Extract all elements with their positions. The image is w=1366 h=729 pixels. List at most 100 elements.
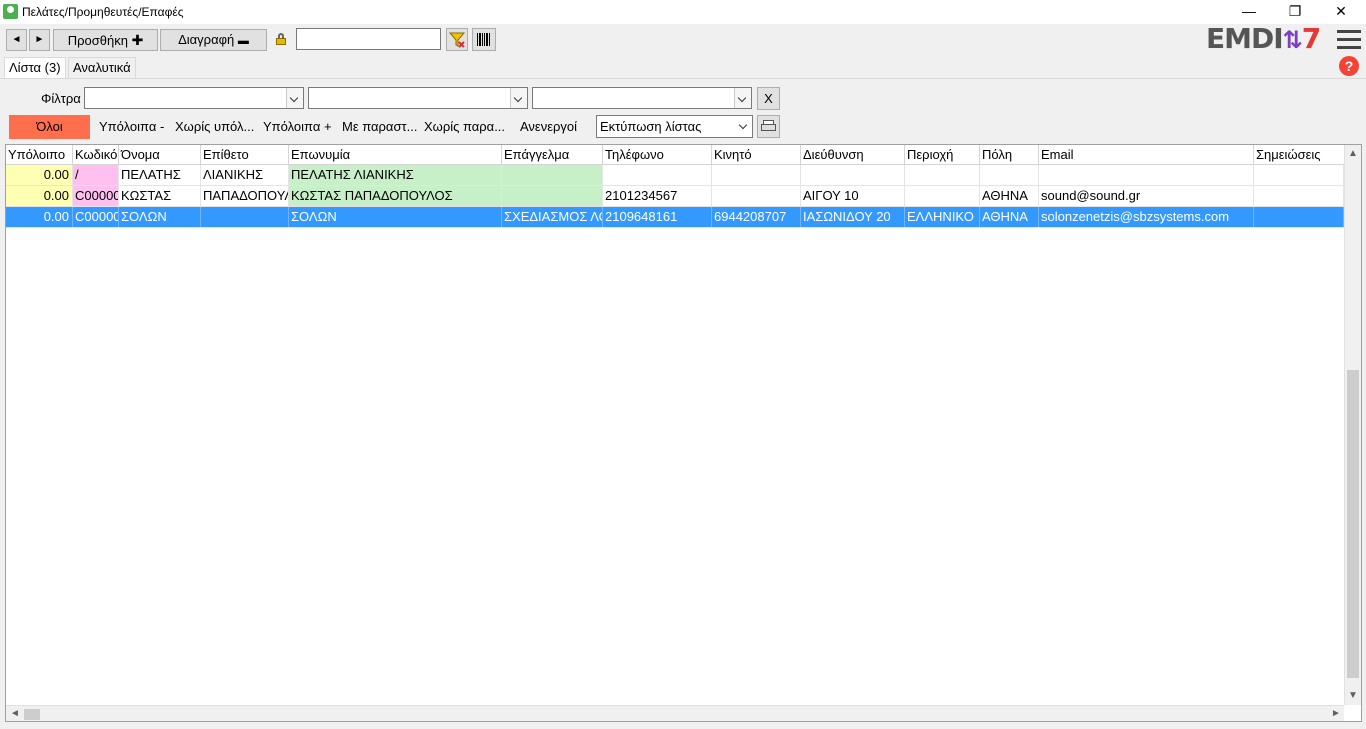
cell-balance[interactable]: 0.00: [6, 186, 73, 206]
cell-mobile[interactable]: 6944208707: [712, 207, 801, 227]
cell-last-name[interactable]: ΛΙΑΝΙΚΗΣ: [201, 165, 289, 185]
column-header-email[interactable]: Email: [1039, 145, 1254, 165]
cell-email[interactable]: [1039, 165, 1254, 185]
cell-address[interactable]: [801, 165, 905, 185]
window-title: Πελάτες/Προμηθευτές/Επαφές: [22, 5, 184, 19]
quick-filter-no-balance[interactable]: Χωρίς υπόλ...: [175, 115, 254, 139]
cell-phone[interactable]: [603, 165, 712, 185]
filter-combo-1[interactable]: [84, 87, 304, 109]
minimize-button[interactable]: —: [1226, 2, 1272, 22]
tab-details[interactable]: Αναλυτικά: [68, 57, 136, 78]
column-header-profession[interactable]: Επάγγελμα: [502, 145, 603, 165]
cell-mobile[interactable]: [712, 186, 801, 206]
cell-email[interactable]: sound@sound.gr: [1039, 186, 1254, 206]
tab-list[interactable]: Λίστα (3): [4, 57, 66, 79]
scroll-right-icon[interactable]: ►: [1331, 708, 1341, 719]
column-header-phone[interactable]: Τηλέφωνο: [603, 145, 712, 165]
column-header-first-name[interactable]: Όνομα: [119, 145, 201, 165]
cell-company[interactable]: ΣΟΛΩΝ: [289, 207, 502, 227]
lock-icon[interactable]: [276, 33, 286, 45]
next-button[interactable]: ►: [29, 29, 50, 51]
cell-first-name[interactable]: ΚΩΣΤΑΣ: [119, 186, 201, 206]
barcode-icon[interactable]: [472, 28, 496, 51]
cell-mobile[interactable]: [712, 165, 801, 185]
cell-profession[interactable]: [502, 165, 603, 185]
cell-address[interactable]: ΑΙΓΟΥ 10: [801, 186, 905, 206]
table-row[interactable]: 0.00 C000001 ΚΩΣΤΑΣ ΠΑΠΑΔΟΠΟΥΛΟΣ ΚΩΣΤΑΣ …: [6, 186, 1344, 207]
filter-clear-icon[interactable]: [446, 28, 468, 51]
cell-company[interactable]: ΚΩΣΤΑΣ ΠΑΠΑΔΟΠΟΥΛΟΣ: [289, 186, 502, 206]
cell-notes[interactable]: [1254, 186, 1344, 206]
vertical-scroll-thumb[interactable]: [1347, 370, 1359, 678]
column-header-area[interactable]: Περιοχή: [905, 145, 980, 165]
cell-code[interactable]: C000001: [73, 186, 119, 206]
column-header-last-name[interactable]: Επίθετο: [201, 145, 289, 165]
cell-notes[interactable]: [1254, 165, 1344, 185]
chevron-down-icon[interactable]: [734, 88, 751, 108]
help-icon[interactable]: ?: [1339, 56, 1359, 76]
quick-filter-with-documents[interactable]: Με παραστ...: [342, 115, 417, 139]
close-button[interactable]: ✕: [1318, 2, 1364, 22]
quick-filter-balance-negative[interactable]: Υπόλοιπα -: [99, 115, 164, 139]
cell-area[interactable]: [905, 165, 980, 185]
search-input[interactable]: [296, 28, 441, 50]
cell-code[interactable]: C000002: [73, 207, 119, 227]
horizontal-scrollbar[interactable]: ◄ ►: [6, 705, 1344, 721]
add-button[interactable]: Προσθήκη ✚: [53, 29, 158, 51]
cell-profession[interactable]: ΣΧΕΔΙΑΣΜΟΣ ΛΟΓΙΣΜΙΚΟΥ: [502, 207, 603, 227]
cell-city[interactable]: ΑΘΗΝΑ: [980, 207, 1039, 227]
column-header-company[interactable]: Επωνυμία: [289, 145, 502, 165]
cell-area[interactable]: [905, 186, 980, 206]
chevron-down-icon[interactable]: [286, 88, 303, 108]
cell-profession[interactable]: [502, 186, 603, 206]
delete-button[interactable]: Διαγραφή ▬: [160, 29, 267, 51]
quick-filter-inactive[interactable]: Ανενεργοί: [520, 115, 577, 139]
table-row-selected[interactable]: 0.00 C000002 ΣΟΛΩΝ ΣΟΛΩΝ ΣΧΕΔΙΑΣΜΟΣ ΛΟΓΙ…: [6, 207, 1344, 228]
cell-notes[interactable]: [1254, 207, 1344, 227]
filter-combo-3[interactable]: [532, 87, 752, 109]
cell-city[interactable]: [980, 165, 1039, 185]
column-header-notes[interactable]: Σημειώσεις: [1254, 145, 1344, 165]
scroll-down-icon[interactable]: ▼: [1348, 690, 1358, 701]
column-header-code[interactable]: Κωδικός: [73, 145, 119, 165]
chevron-down-icon[interactable]: [736, 115, 753, 135]
column-header-address[interactable]: Διεύθυνση: [801, 145, 905, 165]
cell-email[interactable]: solonzenetzis@sbzsystems.com: [1039, 207, 1254, 227]
delete-button-label: Διαγραφή: [178, 32, 235, 47]
cell-city[interactable]: ΑΘΗΝΑ: [980, 186, 1039, 206]
cell-code[interactable]: /: [73, 165, 119, 185]
table-row[interactable]: 0.00 / ΠΕΛΑΤΗΣ ΛΙΑΝΙΚΗΣ ΠΕΛΑΤΗΣ ΛΙΑΝΙΚΗΣ: [6, 165, 1344, 186]
restore-button[interactable]: ❐: [1272, 2, 1318, 22]
chevron-down-icon[interactable]: [510, 88, 527, 108]
column-header-city[interactable]: Πόλη: [980, 145, 1039, 165]
quick-filter-balance-positive[interactable]: Υπόλοιπα +: [263, 115, 332, 139]
contacts-grid[interactable]: Υπόλοιπο Κωδικός Όνομα Επίθετο Επωνυμία …: [5, 144, 1362, 722]
cell-first-name[interactable]: ΠΕΛΑΤΗΣ: [119, 165, 201, 185]
cell-area[interactable]: ΕΛΛΗΝΙΚΟ: [905, 207, 980, 227]
clear-filters-button[interactable]: X: [757, 87, 780, 110]
cell-phone[interactable]: 2101234567: [603, 186, 712, 206]
column-header-mobile[interactable]: Κινητό: [712, 145, 801, 165]
cell-company[interactable]: ΠΕΛΑΤΗΣ ΛΙΑΝΙΚΗΣ: [289, 165, 502, 185]
horizontal-scroll-thumb[interactable]: [24, 709, 40, 720]
logo-version: 7: [1301, 22, 1322, 55]
menu-icon[interactable]: [1337, 28, 1361, 50]
vertical-scrollbar[interactable]: ▲ ▼: [1344, 145, 1361, 705]
cell-address[interactable]: ΙΑΣΩΝΙΔΟΥ 20: [801, 207, 905, 227]
quick-filter-all[interactable]: Όλοι: [9, 115, 90, 139]
filter-combo-2[interactable]: [308, 87, 528, 109]
cell-balance[interactable]: 0.00: [6, 207, 73, 227]
column-header-balance[interactable]: Υπόλοιπο: [6, 145, 73, 165]
cell-phone[interactable]: 2109648161: [603, 207, 712, 227]
printer-icon[interactable]: [757, 115, 780, 138]
scroll-up-icon[interactable]: ▲: [1348, 148, 1358, 159]
cell-balance[interactable]: 0.00: [6, 165, 73, 185]
print-list-select[interactable]: Εκτύπωση λίστας: [596, 115, 753, 138]
tab-divider: [0, 78, 1366, 79]
cell-last-name[interactable]: ΠΑΠΑΔΟΠΟΥΛΟΣ: [201, 186, 289, 206]
cell-last-name[interactable]: [201, 207, 289, 227]
previous-button[interactable]: ◄: [6, 29, 27, 51]
cell-first-name[interactable]: ΣΟΛΩΝ: [119, 207, 201, 227]
scroll-left-icon[interactable]: ◄: [10, 708, 20, 719]
quick-filter-without-documents[interactable]: Χωρίς παρα...: [424, 115, 505, 139]
